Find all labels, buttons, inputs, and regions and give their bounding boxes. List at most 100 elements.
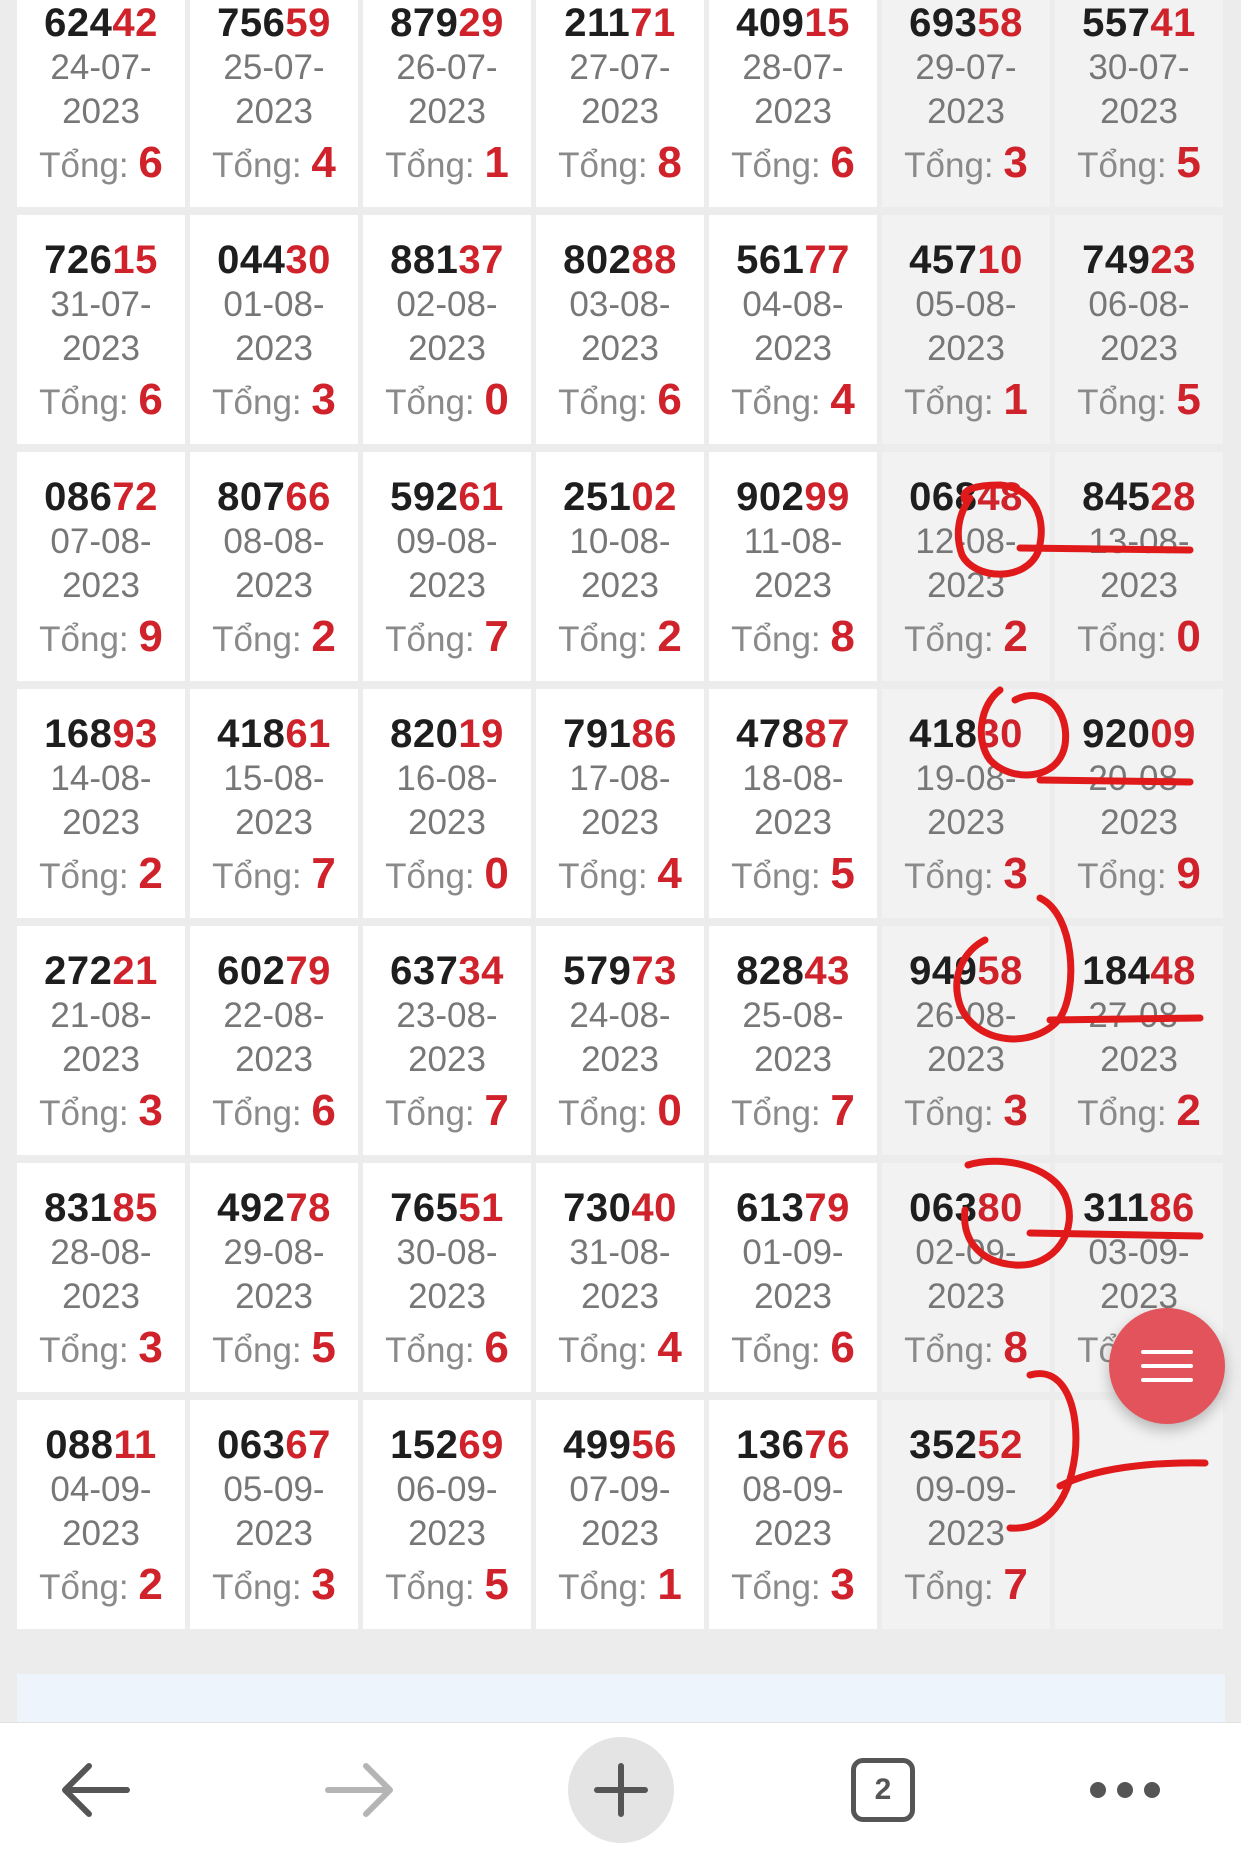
- menu-fab-button[interactable]: [1109, 1308, 1225, 1424]
- result-date-day-month: 30-08-: [396, 1233, 498, 1272]
- result-number-head: 624: [44, 1, 113, 45]
- result-number-head: 845: [1082, 475, 1151, 519]
- result-number: 40915: [736, 0, 850, 46]
- sum-label: Tổng:: [39, 620, 139, 659]
- sum-value: 5: [830, 849, 855, 898]
- sum-value: 7: [311, 849, 336, 898]
- sum-label: Tổng:: [1077, 1094, 1177, 1133]
- result-sum: Tổng: 8: [904, 1325, 1028, 1374]
- result-number-tail: 30: [285, 238, 331, 282]
- result-number-tail: 41: [1150, 1, 1196, 45]
- result-cell: 57973 24-08- 2023 Tổng: 0: [536, 926, 704, 1155]
- result-sum: Tổng: 2: [212, 614, 336, 663]
- result-date-year: 2023: [235, 1514, 313, 1553]
- result-sum: Tổng: 3: [39, 1325, 163, 1374]
- result-cell: 92009 20-08- 2023 Tổng: 9: [1055, 689, 1223, 918]
- tabs-button[interactable]: 2: [828, 1723, 938, 1856]
- result-number-head: 168: [44, 712, 113, 756]
- result-number-tail: 85: [112, 1186, 158, 1230]
- result-number: 57973: [563, 948, 677, 994]
- result-date-year: 2023: [62, 803, 140, 842]
- result-number-tail: 69: [458, 1423, 504, 1467]
- result-date-year: 2023: [235, 803, 313, 842]
- result-sum: Tổng: 0: [1077, 614, 1201, 663]
- result-date-year: 2023: [754, 329, 832, 368]
- result-date-day-month: 03-09-: [1088, 1233, 1190, 1272]
- result-number: 72615: [44, 237, 158, 283]
- result-number-tail: 61: [458, 475, 504, 519]
- result-date-day-month: 30-07-: [1088, 48, 1190, 87]
- result-sum: Tổng: 4: [558, 1325, 682, 1374]
- result-cell: 49956 07-09- 2023 Tổng: 1: [536, 1400, 704, 1629]
- result-cell: 21171 27-07- 2023 Tổng: 8: [536, 0, 704, 207]
- result-number-tail: 79: [285, 949, 331, 993]
- back-button[interactable]: [40, 1723, 150, 1856]
- result-cell: 74923 06-08- 2023 Tổng: 5: [1055, 215, 1223, 444]
- result-date-year: 2023: [927, 92, 1005, 131]
- result-number: 84528: [1082, 474, 1196, 520]
- result-sum: Tổng: 0: [385, 377, 509, 426]
- result-number-head: 561: [736, 238, 805, 282]
- result-date-year: 2023: [235, 566, 313, 605]
- sum-value: 3: [1003, 849, 1028, 898]
- result-sum: Tổng: 2: [39, 1562, 163, 1611]
- result-number-head: 579: [563, 949, 632, 993]
- result-cell: 59261 09-08- 2023 Tổng: 7: [363, 452, 531, 681]
- sum-label: Tổng:: [904, 620, 1004, 659]
- result-cell: 18448 27-08- 2023 Tổng: 2: [1055, 926, 1223, 1155]
- result-date-day-month: 26-07-: [396, 48, 498, 87]
- result-sum: Tổng: 3: [904, 851, 1028, 900]
- empty-cell: [1055, 1400, 1223, 1629]
- result-number-head: 063: [217, 1423, 286, 1467]
- result-date-year: 2023: [754, 566, 832, 605]
- result-sum: Tổng: 5: [212, 1325, 336, 1374]
- sum-value: 8: [1003, 1323, 1028, 1372]
- result-sum: Tổng: 3: [904, 140, 1028, 189]
- forward-button[interactable]: [305, 1723, 415, 1856]
- sum-value: 4: [311, 138, 336, 187]
- sum-label: Tổng:: [558, 1331, 658, 1370]
- result-number: 94958: [909, 948, 1023, 994]
- more-menu-button[interactable]: [1070, 1723, 1180, 1856]
- result-number-tail: 52: [977, 1423, 1023, 1467]
- result-date-day-month: 17-08-: [569, 759, 671, 798]
- result-number: 62442: [44, 0, 158, 46]
- result-date-year: 2023: [927, 566, 1005, 605]
- result-date-day-month: 18-08-: [742, 759, 844, 798]
- result-number-tail: 99: [804, 475, 850, 519]
- result-number-tail: 34: [458, 949, 504, 993]
- result-cell: 87929 26-07- 2023 Tổng: 1: [363, 0, 531, 207]
- result-number-tail: 58: [977, 949, 1023, 993]
- sum-value: 3: [1003, 1086, 1028, 1135]
- result-sum: Tổng: 2: [39, 851, 163, 900]
- result-number-tail: 67: [285, 1423, 331, 1467]
- result-number-head: 920: [1082, 712, 1151, 756]
- result-sum: Tổng: 6: [212, 1088, 336, 1137]
- result-cell: 35252 09-09- 2023 Tổng: 7: [882, 1400, 1050, 1629]
- sum-label: Tổng:: [385, 1094, 485, 1133]
- result-date-year: 2023: [408, 92, 486, 131]
- result-date-year: 2023: [408, 1514, 486, 1553]
- result-number: 41830: [909, 711, 1023, 757]
- tab-count-badge: 2: [851, 1757, 915, 1822]
- sum-value: 1: [484, 138, 509, 187]
- result-date-day-month: 29-07-: [915, 48, 1017, 87]
- sum-value: 3: [1003, 138, 1028, 187]
- sum-value: 4: [657, 1323, 682, 1372]
- result-date-year: 2023: [581, 1040, 659, 1079]
- result-number-tail: 09: [1150, 712, 1196, 756]
- sum-value: 3: [138, 1086, 163, 1135]
- result-number-tail: 23: [1150, 238, 1196, 282]
- new-tab-button[interactable]: [566, 1723, 676, 1856]
- sum-label: Tổng:: [1077, 857, 1177, 896]
- sum-value: 3: [311, 375, 336, 424]
- result-number: 06848: [909, 474, 1023, 520]
- result-date-day-month: 22-08-: [223, 996, 325, 1035]
- result-number: 18448: [1082, 948, 1196, 994]
- result-number-tail: 61: [285, 712, 331, 756]
- result-sum: Tổng: 7: [385, 1088, 509, 1137]
- result-date-year: 2023: [754, 1514, 832, 1553]
- result-number-head: 272: [44, 949, 113, 993]
- sum-value: 9: [1176, 849, 1201, 898]
- result-cell: 06367 05-09- 2023 Tổng: 3: [190, 1400, 358, 1629]
